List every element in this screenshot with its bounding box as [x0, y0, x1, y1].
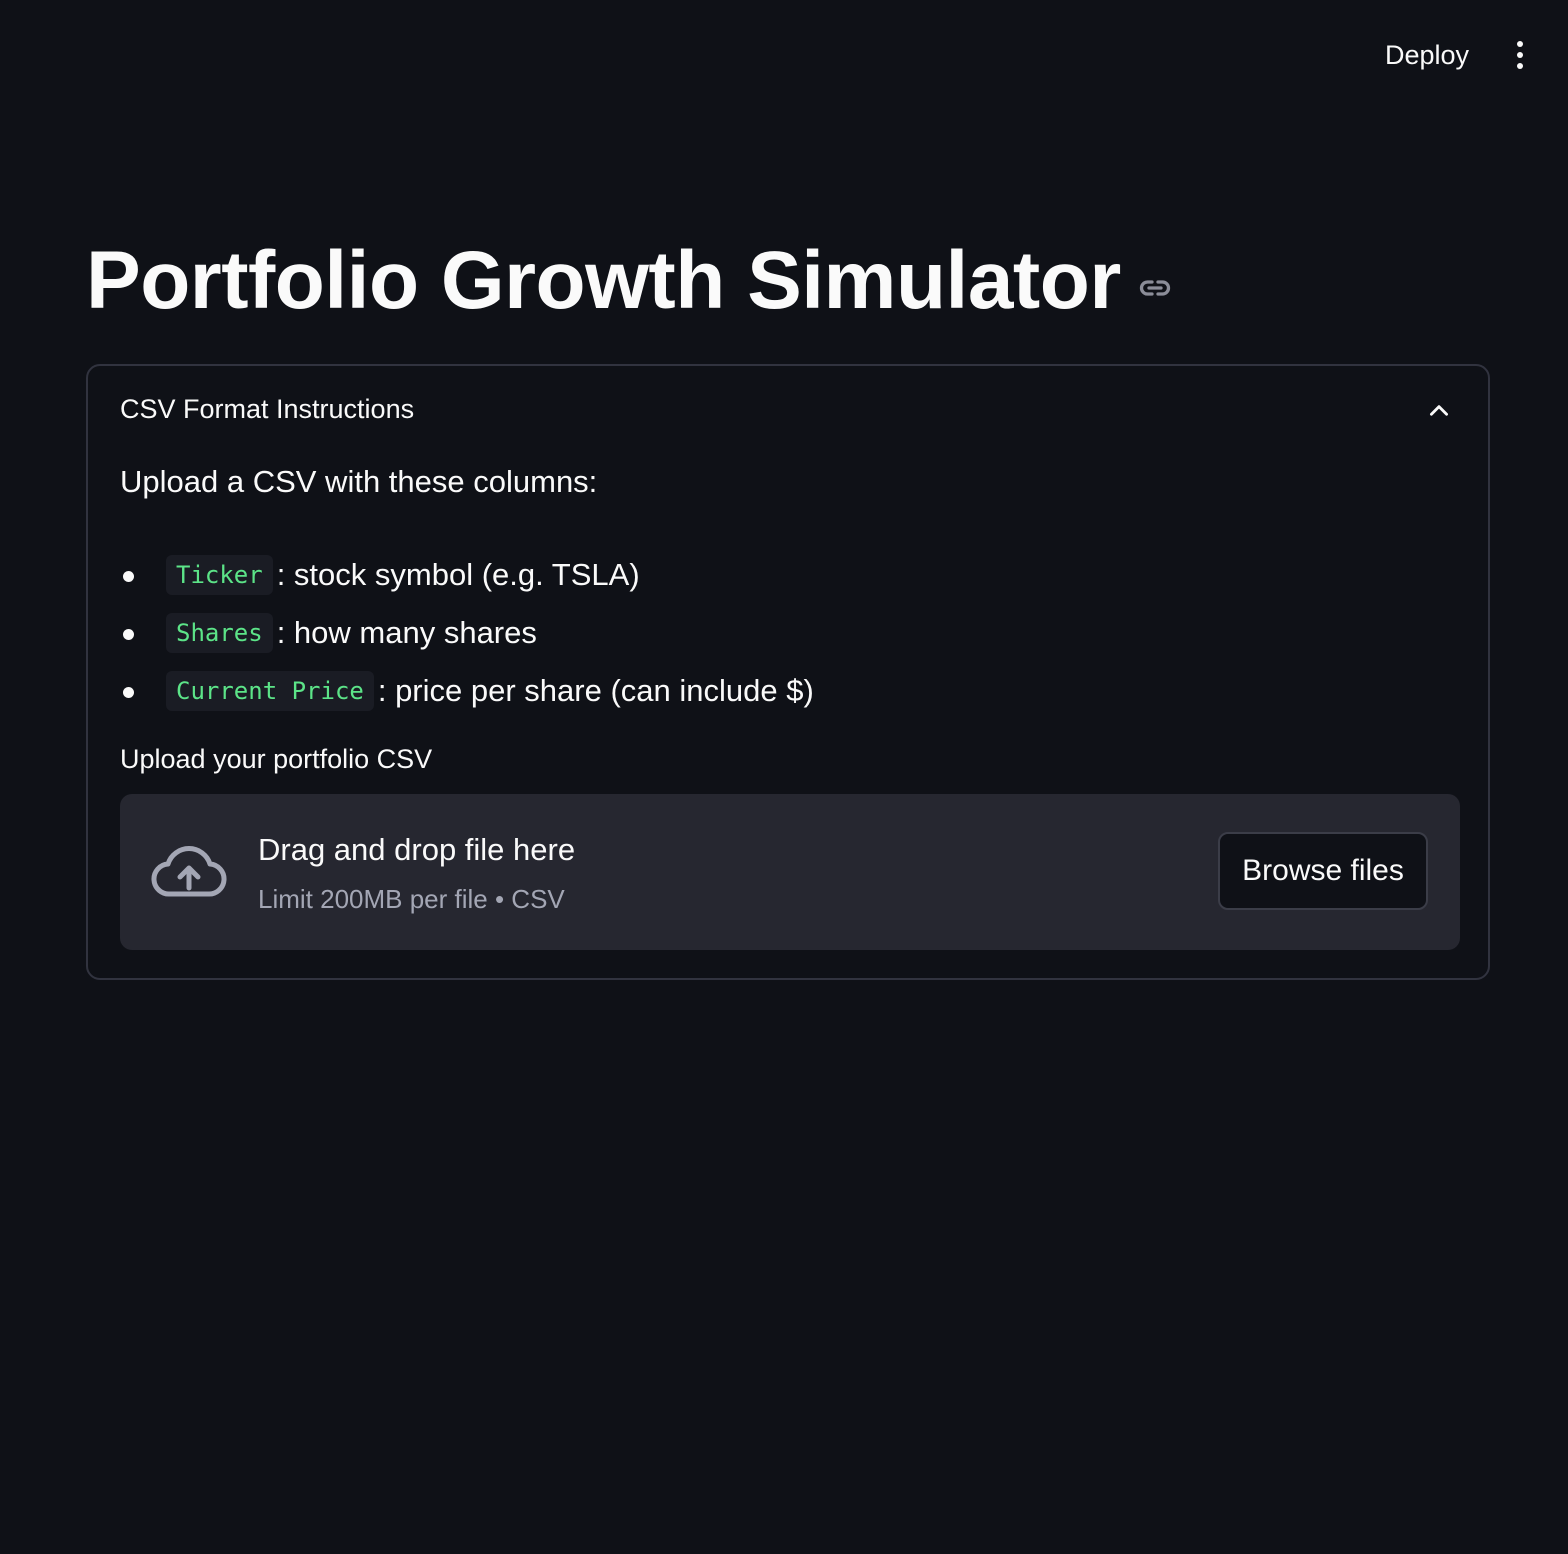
- main-menu-button[interactable]: [1498, 30, 1542, 80]
- file-uploader-label: Upload your portfolio CSV: [120, 744, 433, 774]
- expander-title: CSV Format Instructions: [120, 394, 415, 424]
- list-item-current-price: Current Price : price per share (can inc…: [120, 662, 814, 720]
- column-code: Ticker: [166, 555, 273, 595]
- drop-instructions: Drag and drop file here: [258, 832, 576, 867]
- page-title: Portfolio Growth Simulator: [86, 235, 1121, 326]
- list-item-ticker: Ticker : stock symbol (e.g. TSLA): [120, 546, 814, 604]
- instructions-intro: Upload a CSV with these columns:: [120, 464, 598, 499]
- csv-instructions-expander: CSV Format Instructions Upload a CSV wit…: [86, 364, 1490, 980]
- file-dropzone[interactable]: Drag and drop file here Limit 200MB per …: [120, 794, 1460, 950]
- top-toolbar: Deploy: [0, 0, 1568, 110]
- browse-files-button[interactable]: Browse files: [1218, 832, 1428, 910]
- column-description: : stock symbol (e.g. TSLA): [276, 557, 640, 592]
- deploy-button[interactable]: Deploy: [1372, 30, 1482, 80]
- link-icon[interactable]: [1137, 270, 1173, 306]
- title-row: Portfolio Growth Simulator: [86, 226, 1173, 336]
- more-vertical-icon: [1517, 41, 1523, 69]
- column-description: : how many shares: [276, 615, 537, 650]
- column-description: : price per share (can include $): [377, 673, 814, 708]
- cloud-upload-icon: [151, 846, 227, 897]
- file-limit-text: Limit 200MB per file • CSV: [258, 884, 565, 914]
- column-list: Ticker : stock symbol (e.g. TSLA) Shares…: [120, 546, 814, 720]
- chevron-up-icon: [1430, 405, 1448, 416]
- list-item-shares: Shares : how many shares: [120, 604, 814, 662]
- column-code: Shares: [166, 613, 273, 653]
- expander-header[interactable]: CSV Format Instructions: [88, 366, 1488, 458]
- app-root: Deploy Portfolio Growth Simulator CSV Fo…: [0, 0, 1568, 1554]
- column-code: Current Price: [166, 671, 374, 711]
